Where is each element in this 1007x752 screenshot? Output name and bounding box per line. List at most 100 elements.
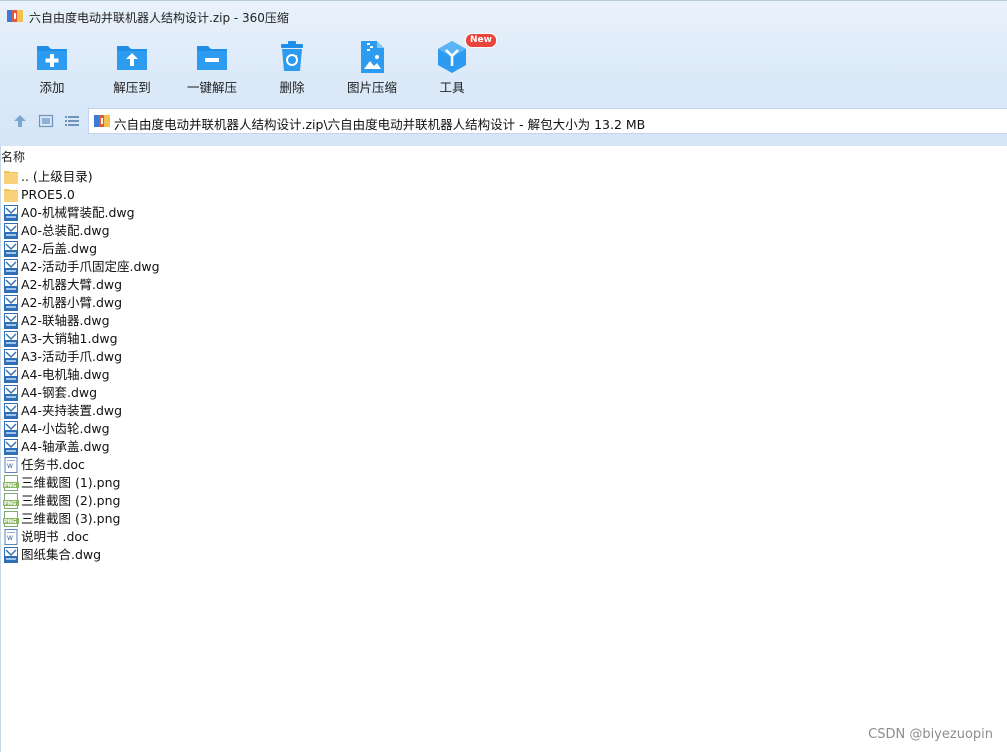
- address-bar-row: 六自由度电动并联机器人结构设计.zip\六自由度电动并联机器人结构设计 - 解包…: [0, 106, 1007, 136]
- zip-archive-icon: [7, 10, 23, 22]
- png-file-icon: PNG: [3, 475, 19, 491]
- column-header-name[interactable]: 名称: [1, 148, 25, 165]
- dwg-file-icon: [3, 295, 19, 311]
- pane-border: [0, 146, 1, 752]
- png-file-icon: PNG: [3, 511, 19, 527]
- delete-label: 删除: [279, 80, 305, 95]
- dwg-file-icon: [3, 205, 19, 221]
- svg-text:PNG: PNG: [4, 519, 16, 525]
- file-name: A0-总装配.dwg: [21, 223, 110, 238]
- doc-file-icon: W: [3, 457, 19, 473]
- extract-to-icon: [117, 46, 147, 70]
- folder-row[interactable]: .. (上级目录): [3, 168, 603, 186]
- dwg-file-icon: [3, 223, 19, 239]
- dwg-file-icon: [3, 277, 19, 293]
- file-name: 图纸集合.dwg: [21, 547, 102, 562]
- file-name: 说明书 .doc: [21, 529, 89, 544]
- file-name: A2-机器大臂.dwg: [21, 277, 123, 292]
- file-name: A3-活动手爪.dwg: [21, 349, 123, 364]
- dwg-file-icon: [3, 259, 19, 275]
- file-name: A4-钢套.dwg: [21, 385, 98, 400]
- file-name: A2-后盖.dwg: [21, 241, 98, 256]
- dwg-file-icon: [3, 547, 19, 563]
- file-name: A0-机械臂装配.dwg: [21, 205, 135, 220]
- file-name: A3-大销轴1.dwg: [21, 331, 118, 346]
- zip-archive-icon: [94, 115, 110, 127]
- dwg-file-icon: [3, 367, 19, 383]
- file-row[interactable]: A4-轴承盖.dwg: [3, 438, 603, 456]
- image-compress-button[interactable]: 图片压缩: [332, 38, 412, 98]
- file-list: .. (上级目录) PROE5.0 A0-机械臂装配.dwg A0-总装配.dwg A2…: [3, 168, 603, 564]
- tools-button[interactable]: New 工具: [412, 33, 497, 98]
- title-bar: 六自由度电动并联机器人结构设计.zip - 360压缩: [0, 0, 1007, 32]
- file-name: PROE5.0: [21, 187, 75, 202]
- file-row[interactable]: A2-联轴器.dwg: [3, 312, 603, 330]
- file-name: 任务书.doc: [21, 457, 85, 472]
- file-row[interactable]: A0-机械臂装配.dwg: [3, 204, 603, 222]
- dwg-file-icon: [3, 313, 19, 329]
- file-name: A4-轴承盖.dwg: [21, 439, 110, 454]
- file-name: A2-机器小臂.dwg: [21, 295, 123, 310]
- extract-to-label: 解压到: [113, 80, 151, 95]
- file-row[interactable]: A3-大销轴1.dwg: [3, 330, 603, 348]
- file-row[interactable]: A3-活动手爪.dwg: [3, 348, 603, 366]
- svg-text:PNG: PNG: [4, 483, 16, 489]
- file-row[interactable]: PNG 三维截图 (2).png: [3, 492, 603, 510]
- address-path: 六自由度电动并联机器人结构设计.zip\六自由度电动并联机器人结构设计 - 解包…: [114, 117, 646, 132]
- file-row[interactable]: PNG 三维截图 (3).png: [3, 510, 603, 528]
- add-folder-icon: [37, 46, 67, 70]
- tools-label: 工具: [439, 80, 465, 95]
- file-row[interactable]: A4-钢套.dwg: [3, 384, 603, 402]
- one-click-extract-icon: [197, 46, 227, 70]
- file-row[interactable]: W 说明书 .doc: [3, 528, 603, 546]
- file-row[interactable]: A2-活动手爪固定座.dwg: [3, 258, 603, 276]
- file-row[interactable]: A0-总装配.dwg: [3, 222, 603, 240]
- window-chrome: 六自由度电动并联机器人结构设计.zip - 360压缩 添加 解压到 一键解压 …: [0, 0, 1007, 146]
- one-click-extract-label: 一键解压: [186, 80, 237, 95]
- file-row[interactable]: PNG 三维截图 (1).png: [3, 474, 603, 492]
- svg-text:W: W: [7, 463, 13, 470]
- doc-file-icon: W: [3, 529, 19, 545]
- file-name: A4-小齿轮.dwg: [21, 421, 110, 436]
- file-row[interactable]: A4-电机轴.dwg: [3, 366, 603, 384]
- folder-icon: [3, 187, 19, 203]
- extract-to-button[interactable]: 解压到: [92, 38, 172, 98]
- folder-row[interactable]: PROE5.0: [3, 186, 603, 204]
- file-name: A2-活动手爪固定座.dwg: [21, 259, 160, 274]
- up-arrow-icon[interactable]: [12, 113, 28, 129]
- list-view-icon[interactable]: [64, 113, 80, 129]
- dwg-file-icon: [3, 241, 19, 257]
- file-name: A2-联轴器.dwg: [21, 313, 110, 328]
- window-title: 六自由度电动并联机器人结构设计.zip - 360压缩: [29, 11, 289, 25]
- one-click-extract-button[interactable]: 一键解压: [172, 38, 252, 98]
- watermark: CSDN @biyezuopin: [868, 727, 993, 742]
- address-field[interactable]: 六自由度电动并联机器人结构设计.zip\六自由度电动并联机器人结构设计 - 解包…: [88, 108, 1007, 134]
- file-row[interactable]: 图纸集合.dwg: [3, 546, 603, 564]
- file-row[interactable]: A2-后盖.dwg: [3, 240, 603, 258]
- file-name: .. (上级目录): [21, 169, 93, 184]
- dwg-file-icon: [3, 349, 19, 365]
- dwg-file-icon: [3, 385, 19, 401]
- delete-button[interactable]: 删除: [252, 38, 332, 98]
- thumbnail-view-icon[interactable]: [38, 113, 54, 129]
- file-row[interactable]: W 任务书.doc: [3, 456, 603, 474]
- image-compress-label: 图片压缩: [346, 80, 397, 95]
- svg-text:W: W: [7, 535, 13, 542]
- file-row[interactable]: A2-机器小臂.dwg: [3, 294, 603, 312]
- dwg-file-icon: [3, 439, 19, 455]
- svg-text:PNG: PNG: [4, 501, 16, 507]
- file-row[interactable]: A4-夹持装置.dwg: [3, 402, 603, 420]
- file-row[interactable]: A4-小齿轮.dwg: [3, 420, 603, 438]
- file-name: 三维截图 (3).png: [21, 511, 121, 526]
- add-button[interactable]: 添加: [12, 38, 92, 98]
- file-row[interactable]: A2-机器大臂.dwg: [3, 276, 603, 294]
- png-file-icon: PNG: [3, 493, 19, 509]
- add-label: 添加: [39, 80, 65, 95]
- dwg-file-icon: [3, 331, 19, 347]
- image-compress-icon: [361, 41, 384, 73]
- file-name: 三维截图 (2).png: [21, 493, 121, 508]
- title-bar-border: [0, 0, 1007, 1]
- file-name: A4-电机轴.dwg: [21, 367, 110, 382]
- folder-icon: [3, 169, 19, 185]
- file-name: A4-夹持装置.dwg: [21, 403, 123, 418]
